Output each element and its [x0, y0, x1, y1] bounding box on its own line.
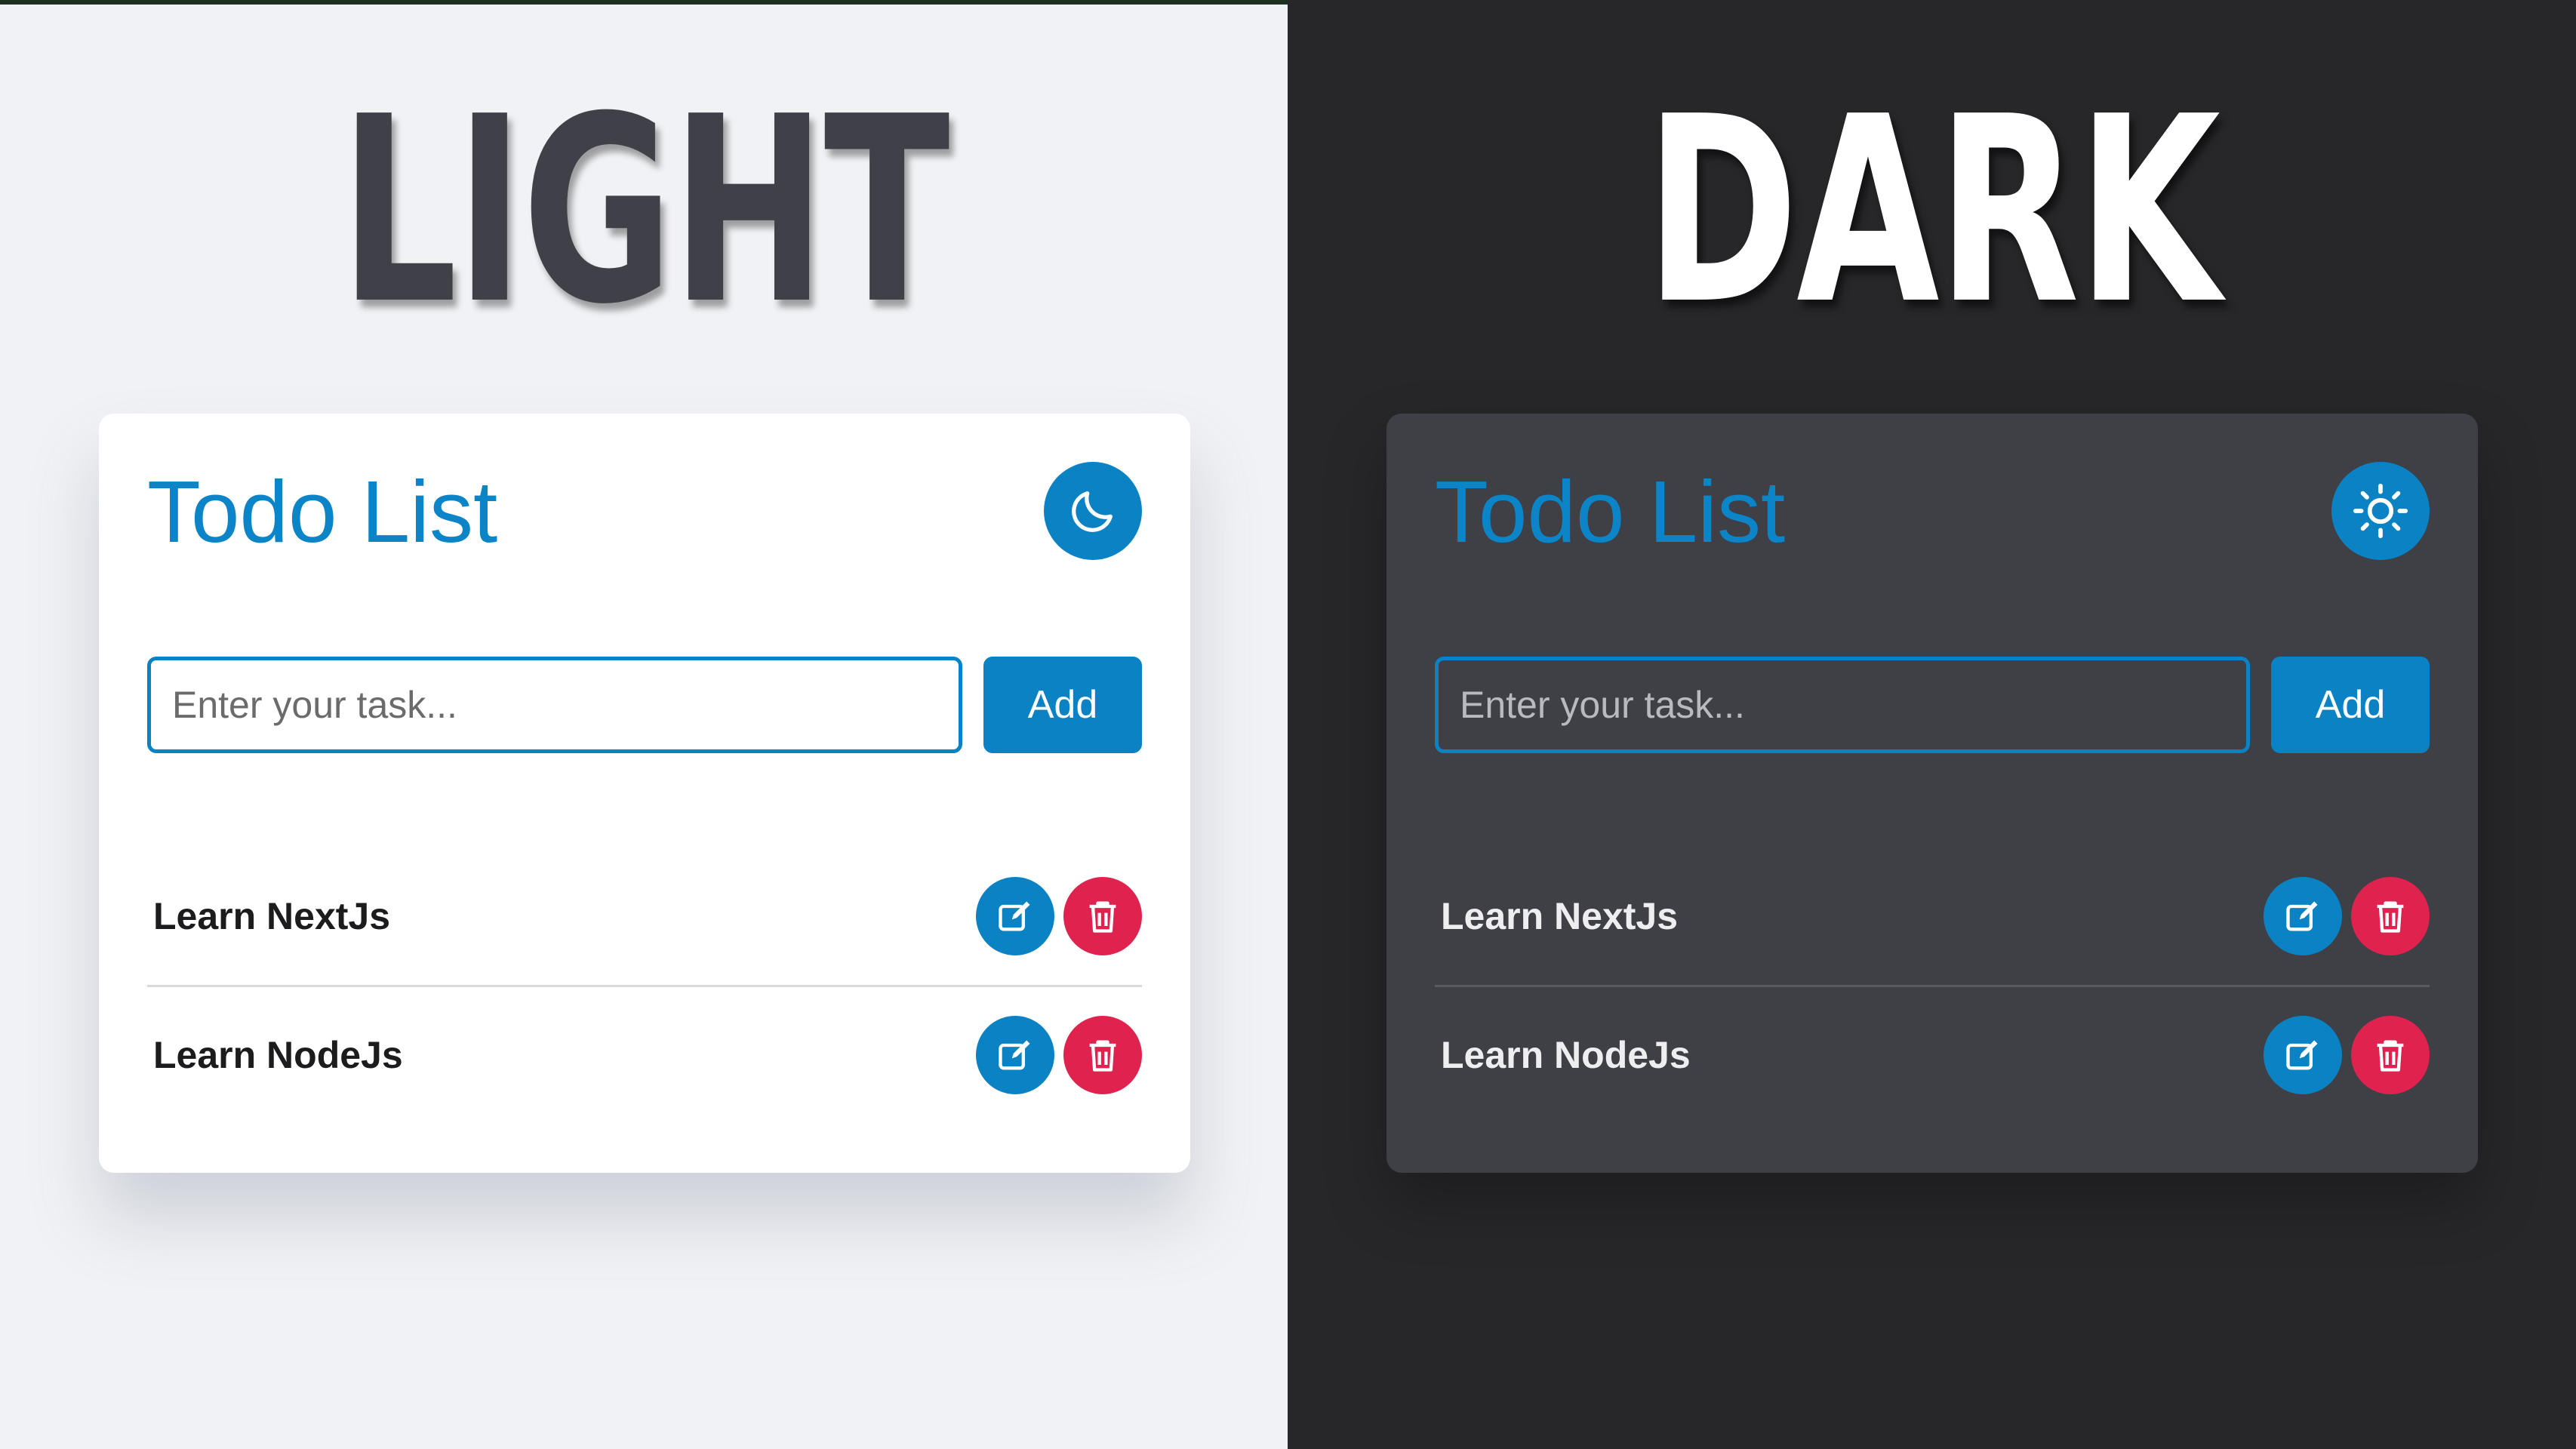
todo-text: Learn NodeJs	[153, 1034, 403, 1076]
edit-icon	[999, 1040, 1030, 1070]
task-input[interactable]	[1435, 657, 2250, 753]
todo-item: Learn NextJs	[1435, 877, 2430, 955]
divider	[147, 985, 1142, 987]
add-button[interactable]: Add	[2271, 657, 2430, 753]
todo-item: Learn NextJs	[147, 877, 1142, 955]
trash-icon	[1089, 1040, 1116, 1072]
todo-card-dark: Todo List Add Learn NextJs	[1386, 414, 2478, 1173]
edit-button[interactable]	[2264, 1016, 2342, 1094]
moon-icon	[1072, 491, 1113, 532]
dark-heading: DARK	[1645, 62, 2221, 361]
sun-icon	[2353, 483, 2408, 539]
edit-button[interactable]	[976, 1016, 1054, 1094]
trash-icon	[1089, 901, 1116, 933]
todo-item: Learn NodeJs	[147, 1016, 1142, 1094]
page-title: Todo List	[1435, 463, 1786, 561]
todo-text: Learn NextJs	[153, 895, 391, 937]
delete-button[interactable]	[2351, 1016, 2430, 1094]
theme-toggle-button[interactable]	[2331, 462, 2430, 560]
edit-icon	[2286, 901, 2318, 931]
todo-card-light: Todo List Add Learn NextJs	[99, 414, 1190, 1173]
delete-button[interactable]	[2351, 877, 2430, 955]
trash-icon	[2377, 1040, 2404, 1072]
delete-button[interactable]	[1063, 877, 1142, 955]
theme-toggle-button[interactable]	[1044, 462, 1142, 560]
edit-button[interactable]	[976, 877, 1054, 955]
top-border	[0, 0, 1288, 5]
light-panel: LIGHT Todo List Add Learn NextJs	[0, 0, 1288, 1449]
edit-button[interactable]	[2264, 877, 2342, 955]
light-heading: LIGHT	[340, 62, 949, 361]
todo-text: Learn NodeJs	[1441, 1034, 1691, 1076]
trash-icon	[2377, 901, 2404, 933]
dark-panel: DARK Todo List Add Learn NextJs	[1288, 0, 2576, 1449]
edit-icon	[999, 901, 1030, 931]
todo-text: Learn NextJs	[1441, 895, 1679, 937]
todo-item: Learn NodeJs	[1435, 1016, 2430, 1094]
delete-button[interactable]	[1063, 1016, 1142, 1094]
task-input[interactable]	[147, 657, 962, 753]
divider	[1435, 985, 2430, 987]
edit-icon	[2286, 1040, 2318, 1070]
add-button[interactable]: Add	[983, 657, 1142, 753]
page-title: Todo List	[147, 463, 498, 561]
